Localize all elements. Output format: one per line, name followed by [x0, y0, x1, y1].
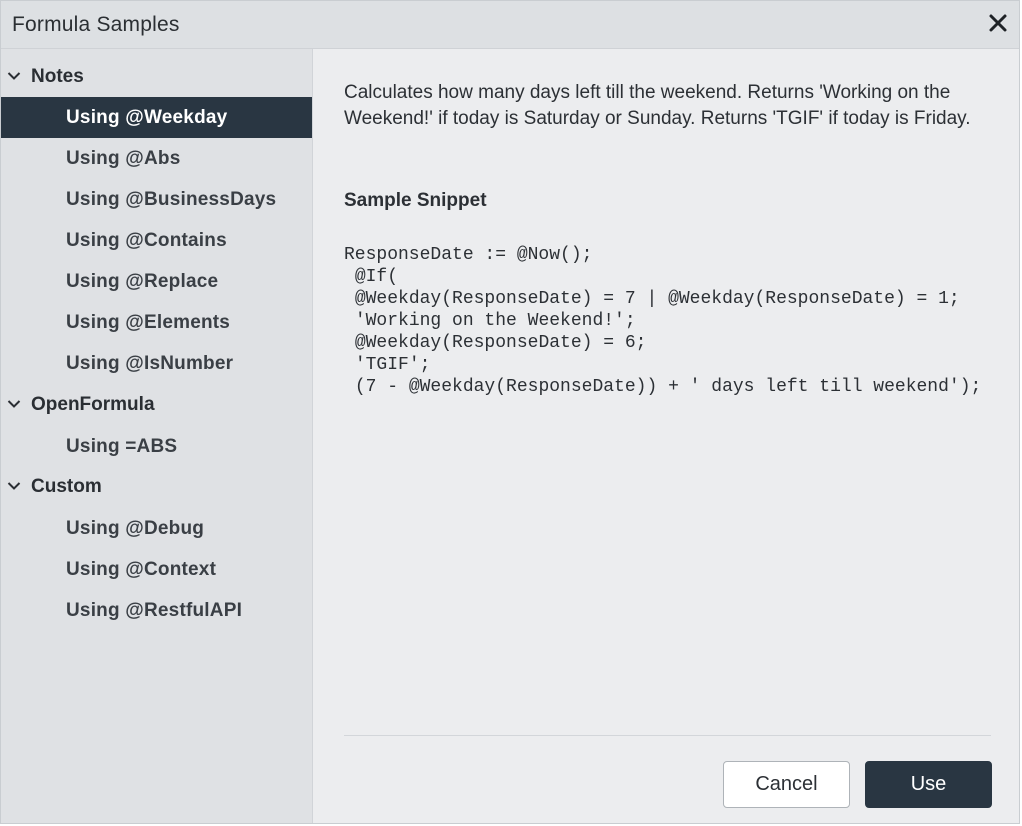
sidebar-item-label: Using @Debug: [66, 518, 205, 539]
dialog-titlebar: Formula Samples: [1, 1, 1019, 49]
sidebar-item-elements[interactable]: Using @Elements: [1, 302, 312, 343]
chevron-down-icon: [7, 69, 21, 83]
sidebar-item-label: Using @Replace: [66, 271, 219, 292]
sidebar-item-label: Using @IsNumber: [66, 353, 234, 374]
close-icon[interactable]: [987, 12, 1009, 34]
sidebar-item-isnumber[interactable]: Using @IsNumber: [1, 343, 312, 384]
formula-sidebar: Notes Using @Weekday Using @Abs Using @B…: [1, 49, 313, 823]
formula-description: Calculates how many days left till the w…: [344, 82, 971, 129]
use-button[interactable]: Use: [865, 761, 992, 808]
formula-samples-dialog: Formula Samples Notes Using @Weekday Usi…: [0, 0, 1020, 824]
sidebar-item-label: Using @BusinessDays: [66, 189, 277, 210]
sidebar-item-label: Using @Contains: [66, 230, 227, 251]
sidebar-item-label: Using @Context: [66, 559, 217, 580]
snippet-title: Sample Snippet: [344, 190, 487, 211]
sidebar-item-label: Using @Elements: [66, 312, 231, 333]
group-label: OpenFormula: [31, 394, 155, 415]
sidebar-item-label: Using @Weekday: [66, 107, 228, 128]
group-label: Notes: [31, 66, 84, 87]
dialog-title: Formula Samples: [12, 13, 180, 36]
code-snippet: ResponseDate := @Now(); @If( @Weekday(Re…: [344, 245, 982, 397]
group-header-custom[interactable]: Custom: [1, 467, 312, 507]
sidebar-item-label: Using @Abs: [66, 148, 181, 169]
formula-detail-panel: Calculates how many days left till the w…: [313, 49, 1019, 823]
sidebar-item-abs-openformula[interactable]: Using =ABS: [1, 426, 312, 467]
sidebar-item-abs[interactable]: Using @Abs: [1, 138, 312, 179]
sidebar-item-replace[interactable]: Using @Replace: [1, 261, 312, 302]
group-header-openformula[interactable]: OpenFormula: [1, 385, 312, 425]
chevron-down-icon: [7, 397, 21, 411]
sidebar-item-restfulapi[interactable]: Using @RestfulAPI: [1, 590, 312, 631]
sidebar-item-label: Using =ABS: [66, 436, 178, 457]
footer-divider: [344, 735, 991, 736]
sidebar-item-context[interactable]: Using @Context: [1, 549, 312, 590]
group-label: Custom: [31, 476, 102, 497]
sidebar-item-contains[interactable]: Using @Contains: [1, 220, 312, 261]
sidebar-item-label: Using @RestfulAPI: [66, 600, 243, 621]
sidebar-item-businessdays[interactable]: Using @BusinessDays: [1, 179, 312, 220]
chevron-down-icon: [7, 479, 21, 493]
sidebar-item-weekday[interactable]: Using @Weekday: [1, 97, 312, 138]
sidebar-item-debug[interactable]: Using @Debug: [1, 508, 312, 549]
cancel-button[interactable]: Cancel: [723, 761, 850, 808]
group-header-notes[interactable]: Notes: [1, 57, 312, 97]
